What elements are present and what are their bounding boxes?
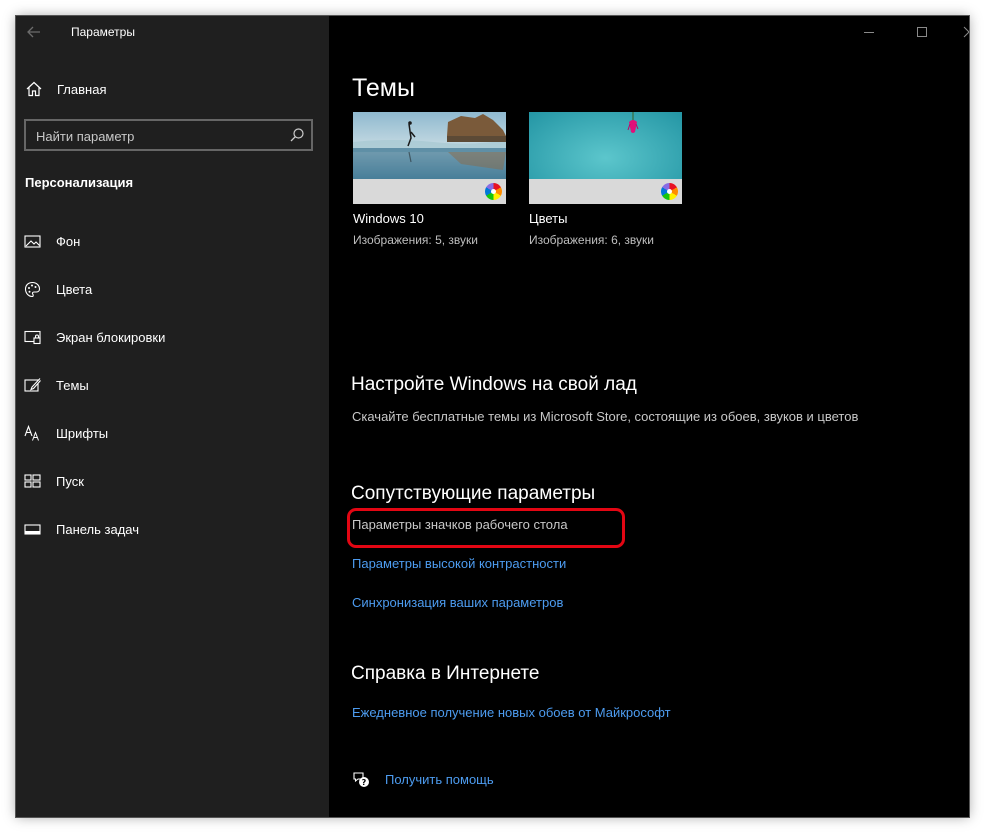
theme-color-bar bbox=[353, 179, 506, 204]
sidebar-item-fonts[interactable]: Шрифты bbox=[16, 416, 329, 450]
fonts-icon bbox=[24, 424, 41, 442]
svg-text:?: ? bbox=[362, 778, 367, 787]
customize-heading: Настройте Windows на свой лад bbox=[351, 374, 637, 395]
desktop-icon-settings-link[interactable]: Параметры значков рабочего стола bbox=[352, 517, 568, 532]
sidebar-item-label: Темы bbox=[56, 378, 89, 393]
back-arrow-icon[interactable] bbox=[24, 22, 44, 42]
theme-description: Изображения: 5, звуки bbox=[353, 233, 478, 247]
start-icon bbox=[24, 473, 41, 490]
sidebar-item-label: Главная bbox=[57, 82, 107, 97]
get-help-link[interactable]: Получить помощь bbox=[385, 772, 494, 787]
themes-icon bbox=[24, 377, 41, 394]
app-title: Параметры bbox=[71, 25, 135, 39]
main-content: Темы Windows 10 Изображения: 5, звуки Цв… bbox=[329, 16, 969, 817]
theme-description: Изображения: 6, звуки bbox=[529, 233, 654, 247]
search-icon[interactable] bbox=[289, 127, 305, 143]
sidebar: Параметры Главная Персонализация Фон Цв bbox=[16, 16, 329, 817]
theme-thumbnail bbox=[529, 112, 682, 204]
online-help-heading: Справка в Интернете bbox=[351, 663, 540, 684]
high-contrast-settings-link[interactable]: Параметры высокой контрастности bbox=[352, 556, 566, 571]
color-wheel-icon bbox=[485, 183, 502, 200]
settings-window: Параметры Главная Персонализация Фон Цв bbox=[16, 16, 969, 817]
home-icon bbox=[25, 80, 43, 98]
maximize-icon[interactable] bbox=[907, 20, 937, 44]
picture-icon bbox=[24, 233, 41, 250]
sidebar-item-themes[interactable]: Темы bbox=[16, 368, 329, 402]
sidebar-item-label: Пуск bbox=[56, 474, 84, 489]
sidebar-item-label: Цвета bbox=[56, 282, 93, 297]
sidebar-item-lock-screen[interactable]: Экран блокировки bbox=[16, 320, 329, 354]
theme-thumbnail bbox=[353, 112, 506, 204]
sidebar-item-colors[interactable]: Цвета bbox=[16, 272, 329, 306]
sidebar-item-label: Панель задач bbox=[56, 522, 140, 537]
theme-name: Цветы bbox=[529, 211, 568, 226]
theme-name: Windows 10 bbox=[353, 211, 424, 226]
daily-wallpapers-link[interactable]: Ежедневное получение новых обоев от Майк… bbox=[352, 705, 671, 720]
palette-icon bbox=[24, 281, 41, 298]
close-icon[interactable] bbox=[954, 20, 969, 44]
lock-screen-icon bbox=[24, 329, 41, 346]
minimize-icon[interactable] bbox=[854, 20, 884, 44]
sidebar-item-background[interactable]: Фон bbox=[16, 224, 329, 258]
taskbar-icon bbox=[24, 521, 41, 538]
sidebar-item-label: Фон bbox=[56, 234, 81, 249]
related-settings-heading: Сопутствующие параметры bbox=[351, 483, 596, 504]
sidebar-item-home[interactable]: Главная bbox=[16, 74, 329, 104]
customize-text: Скачайте бесплатные темы из Microsoft St… bbox=[352, 409, 859, 424]
color-wheel-icon bbox=[661, 183, 678, 200]
search-input[interactable] bbox=[36, 127, 276, 145]
page-title: Темы bbox=[352, 74, 415, 102]
search-box[interactable] bbox=[24, 119, 313, 151]
sidebar-item-taskbar[interactable]: Панель задач bbox=[16, 512, 329, 546]
sidebar-item-start[interactable]: Пуск bbox=[16, 464, 329, 498]
section-title: Персонализация bbox=[25, 175, 134, 190]
sidebar-item-label: Шрифты bbox=[56, 426, 109, 441]
sidebar-item-label: Экран блокировки bbox=[56, 330, 166, 345]
help-chat-icon: ? bbox=[352, 770, 370, 788]
sync-settings-link[interactable]: Синхронизация ваших параметров bbox=[352, 595, 563, 610]
theme-color-bar bbox=[529, 179, 682, 204]
